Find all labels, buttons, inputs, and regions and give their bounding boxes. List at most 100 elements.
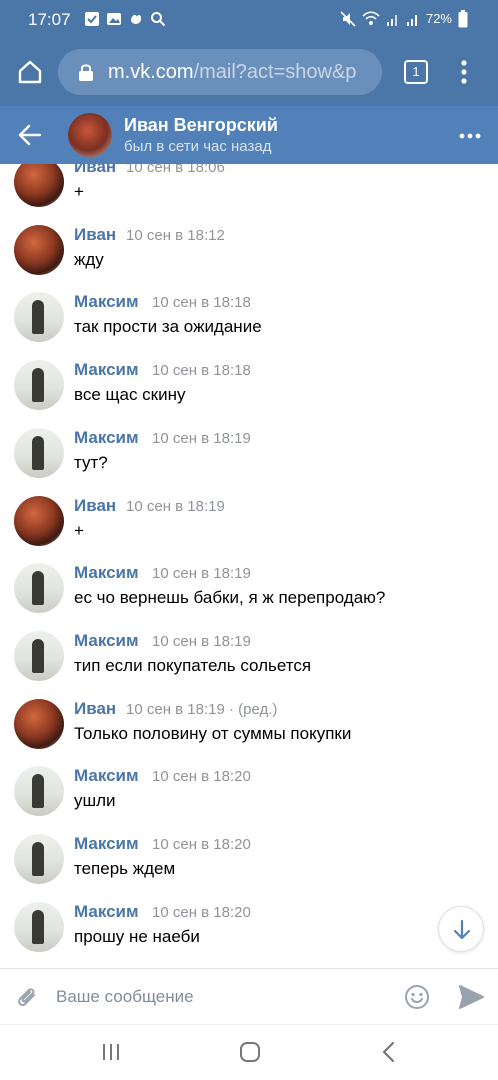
message-time: 10 сен в 18:20 <box>152 836 251 853</box>
avatar[interactable] <box>14 698 64 749</box>
message-item[interactable]: Максим 10 сен в 18:18 так прости за ожидан… <box>0 292 498 360</box>
battery-icon <box>458 10 468 28</box>
message-time: 10 сен в 18:19 <box>152 429 251 447</box>
message-time: 10 сен в 18:18 <box>152 294 251 312</box>
message-time: 10 сен в 18:19 <box>152 565 251 583</box>
image-icon <box>107 13 121 25</box>
url-path: /mail?act=show&p <box>193 61 357 83</box>
signal-icon <box>406 15 417 26</box>
avatar[interactable] <box>14 360 64 411</box>
message-time: 10 сен в 18:20 <box>152 903 251 921</box>
home-button-icon[interactable] <box>239 1041 261 1063</box>
message-text: теперь ждем <box>74 859 176 878</box>
avatar[interactable] <box>14 766 64 817</box>
contact-name[interactable]: Иван Венгорский <box>124 115 278 136</box>
avatar[interactable] <box>14 834 64 884</box>
message-item[interactable]: Максим 10 сен в 18:20 теперь ждем <box>0 834 498 902</box>
message-time: 10 сен в 18:19 <box>152 632 251 650</box>
scroll-down-button[interactable] <box>438 906 484 952</box>
avatar[interactable] <box>14 563 64 614</box>
message-item[interactable]: Иван 10 сен в 18:19 · (ред.) Только полови… <box>0 698 498 767</box>
url-text: m.vk.com/mail?act=show&p <box>108 61 356 84</box>
message-item[interactable]: Максим 10 сен в 18:19 тип если покупатель … <box>0 630 498 699</box>
contact-status: был в сети час назад <box>124 138 272 155</box>
message-author[interactable]: Максим <box>74 902 139 922</box>
search-icon <box>151 12 166 27</box>
tabs-button[interactable]: 1 <box>404 60 428 84</box>
avatar[interactable] <box>14 630 64 681</box>
message-author[interactable]: Максим <box>74 766 139 786</box>
message-time: 10 сен в 18:20 <box>152 768 251 786</box>
status-time: 17:07 <box>28 10 71 29</box>
message-author[interactable]: Максим <box>74 292 139 312</box>
avatar[interactable] <box>14 495 64 546</box>
message-time: 10 сен в 18:18 <box>152 362 251 380</box>
signal-icon <box>386 15 397 26</box>
message-time: 10 сен в 18:12 <box>126 226 225 244</box>
message-text: + <box>74 520 84 540</box>
message-text: + <box>74 182 84 201</box>
browser-toolbar: m.vk.com/mail?act=show&p 1 <box>0 40 498 106</box>
message-author[interactable]: Иван <box>74 496 116 516</box>
message-author[interactable]: Иван <box>74 164 116 177</box>
arrow-down-icon <box>453 919 471 940</box>
message-item[interactable]: Максим 10 сен в 18:19 тут? <box>0 427 498 496</box>
wifi-icon <box>362 11 380 25</box>
message-text: так прости за ожидание <box>74 317 262 337</box>
message-author[interactable]: Максим <box>74 360 139 380</box>
message-composer <box>0 968 498 1024</box>
system-icons: 72% <box>340 10 468 28</box>
address-bar[interactable]: m.vk.com/mail?act=show&p <box>58 49 382 95</box>
message-list[interactable]: Иван 10 сен в 18:06 + Иван 10 сен в 18:12 жду… <box>0 164 498 968</box>
message-text: ушли <box>74 791 116 811</box>
message-time: 10 сен в 18:19 · (ред.) <box>126 700 278 718</box>
battery-level: 72% <box>425 11 452 26</box>
chat-header: Иван Венгорский был в сети час назад <box>0 106 498 164</box>
status-bar: 17:07 72% <box>0 0 498 40</box>
avatar[interactable] <box>14 164 64 207</box>
avatar[interactable] <box>14 427 64 478</box>
paperclip-icon[interactable] <box>14 983 40 1011</box>
message-item[interactable]: Максим 10 сен в 18:19 ес чо вернешь бабки,… <box>0 563 498 631</box>
message-text: прошу не наеби <box>74 926 200 946</box>
avatar[interactable] <box>14 901 64 952</box>
back-arrow-icon[interactable] <box>18 124 42 146</box>
message-time: 10 сен в 18:19 <box>126 497 225 515</box>
message-item[interactable]: Максим 10 сен в 18:20 ушли <box>0 766 498 834</box>
url-host: m.vk.com <box>108 61 194 83</box>
back-button-icon[interactable] <box>380 1041 398 1063</box>
emoji-icon[interactable] <box>404 984 430 1010</box>
message-text: ес чо вернешь бабки, я ж перепродаю? <box>74 588 386 608</box>
system-navigation-bar <box>0 1024 498 1080</box>
message-text: тут? <box>74 452 108 472</box>
message-input[interactable] <box>56 979 386 1015</box>
message-time: 10 сен в 18:06 <box>126 164 225 176</box>
message-item[interactable]: Максим 10 сен в 18:18 все щас скину <box>0 360 498 428</box>
message-text: все щас скину <box>74 385 186 405</box>
message-author[interactable]: Максим <box>74 428 139 448</box>
message-author[interactable]: Иван <box>74 225 116 245</box>
lock-icon <box>79 64 93 81</box>
message-item[interactable]: Иван 10 сен в 18:12 жду <box>0 224 498 293</box>
message-author[interactable]: Иван <box>74 699 116 719</box>
overflow-menu-icon[interactable] <box>456 58 472 86</box>
recent-apps-icon[interactable] <box>100 1042 122 1062</box>
message-author[interactable]: Максим <box>74 834 139 854</box>
message-item[interactable]: Максим 10 сен в 18:20 прошу не наеби <box>0 901 498 968</box>
message-item[interactable]: Иван 10 сен в 18:19 + <box>0 495 498 564</box>
message-author[interactable]: Максим <box>74 563 139 583</box>
message-author[interactable]: Максим <box>74 631 139 651</box>
message-text: тип если покупатель сольется <box>74 655 312 675</box>
more-icon[interactable] <box>458 132 482 140</box>
avatar[interactable] <box>68 113 112 157</box>
gesture-icon <box>131 14 142 24</box>
message-text: Только половину от суммы покупки <box>74 723 352 743</box>
notification-icons <box>84 11 166 27</box>
send-icon[interactable] <box>458 984 484 1010</box>
avatar[interactable] <box>14 292 64 343</box>
message-text: жду <box>74 249 104 269</box>
home-icon[interactable] <box>16 58 44 86</box>
checkbox-icon <box>85 12 99 26</box>
message-item[interactable]: Иван 10 сен в 18:06 + <box>0 164 498 225</box>
avatar[interactable] <box>14 224 64 275</box>
